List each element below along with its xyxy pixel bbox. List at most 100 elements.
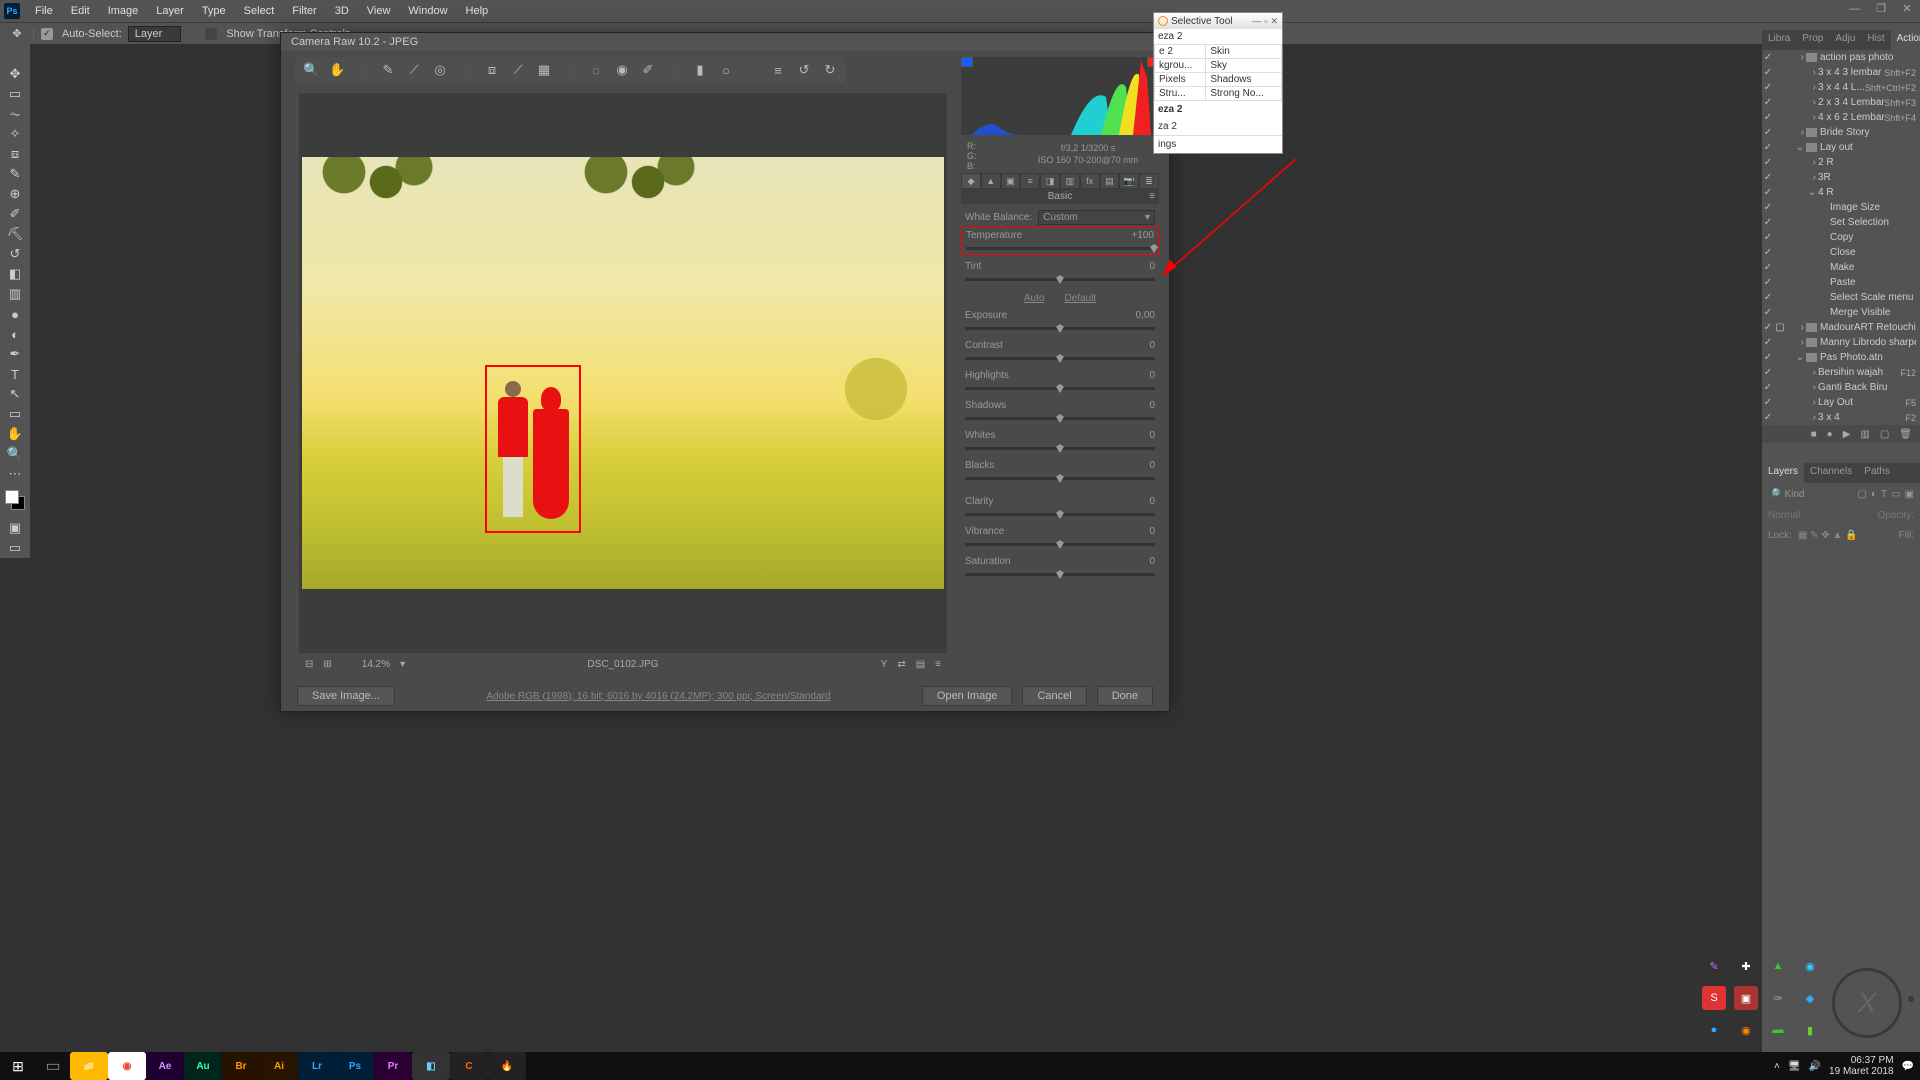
show-transform-checkbox[interactable] (205, 28, 217, 40)
tray-notifications-icon[interactable]: 💬 (1902, 1061, 1914, 1072)
play-icon[interactable]: ▶ (1843, 429, 1851, 440)
acr-target-adjust[interactable]: ◎ (433, 62, 447, 78)
selective-close[interactable]: ✕ (1270, 16, 1278, 27)
clarity-slider[interactable]: Clarity0 (961, 494, 1159, 524)
shadows-slider[interactable]: Shadows0 (961, 398, 1159, 428)
auto-select-checkbox[interactable]: ✓ (41, 28, 53, 40)
acr-color-sampler[interactable]: ⟋ (407, 62, 421, 78)
action-item[interactable]: ✓⌄Lay out (1762, 140, 1920, 155)
image-preview[interactable] (299, 93, 947, 653)
record-icon[interactable]: ● (1827, 429, 1833, 440)
exposure-slider[interactable]: Exposure0,00 (961, 308, 1159, 338)
acr-hand-tool[interactable]: ✋ (329, 62, 343, 78)
menu-image[interactable]: Image (99, 5, 148, 17)
task-view[interactable]: ▭ (36, 1056, 70, 1076)
eyedropper-tool[interactable]: ✎ (4, 164, 26, 184)
tray-display-icon[interactable]: 🖥 (1788, 1061, 1801, 1072)
color-swatches[interactable] (5, 490, 25, 510)
acr-rotate-ccw[interactable]: ↺ (797, 62, 811, 78)
auto-button[interactable]: Auto (1024, 293, 1045, 304)
copy-settings-icon[interactable]: ▤ (916, 659, 925, 670)
acr-grad-filter[interactable]: ▮ (693, 62, 707, 78)
crop-tool[interactable]: ⧈ (4, 144, 26, 164)
dodge-tool[interactable]: ◐ (4, 324, 26, 344)
gadget-9[interactable]: ● (1702, 1018, 1726, 1042)
action-item[interactable]: ✓›2 R (1762, 155, 1920, 170)
healing-tool[interactable]: ⊕ (4, 184, 26, 204)
pen-tool[interactable]: ✒ (4, 344, 26, 364)
menu-3d[interactable]: 3D (326, 5, 358, 17)
action-item[interactable]: ✓›2 x 3 4 LembarShft+F3 (1762, 95, 1920, 110)
type-tool[interactable]: T (4, 364, 26, 384)
action-item[interactable]: ✓›3R (1762, 170, 1920, 185)
action-item[interactable]: ✓⌄4 R (1762, 185, 1920, 200)
window-close[interactable]: ✕ (1894, 0, 1920, 17)
taskbar-app[interactable]: Lr (298, 1052, 336, 1080)
action-item[interactable]: ✓Merge Visible (1762, 305, 1920, 320)
new-set-icon[interactable]: ▥ (1860, 429, 1869, 440)
taskbar-app[interactable]: 🔥 (488, 1052, 526, 1080)
acr-crop-tool[interactable]: ⧈ (485, 62, 499, 78)
stop-icon[interactable]: ■ (1811, 429, 1817, 440)
selective-tool-window[interactable]: Selective Tool — ▫ ✕ eza 2 e 2 e 2Skin k… (1153, 12, 1283, 154)
menu-type[interactable]: Type (193, 5, 235, 17)
action-item[interactable]: ✓⌄Pas Photo.atn (1762, 350, 1920, 365)
marquee-tool[interactable]: ▭ (4, 84, 26, 104)
taskbar-app[interactable]: Ai (260, 1052, 298, 1080)
gadget-5[interactable]: S (1702, 986, 1726, 1010)
tray-volume-icon[interactable]: 🔊 (1809, 1061, 1821, 1072)
taskbar-app[interactable]: 📁 (70, 1052, 108, 1080)
menu-view[interactable]: View (358, 5, 400, 17)
gadget-6[interactable]: ▣ (1734, 986, 1758, 1010)
blacks-slider[interactable]: Blacks0 (961, 458, 1159, 488)
action-item[interactable]: ✓›Lay OutF5 (1762, 395, 1920, 410)
menu-select[interactable]: Select (235, 5, 284, 17)
gadget-3[interactable]: ▲ (1766, 954, 1790, 978)
taskbar-app[interactable]: Au (184, 1052, 222, 1080)
selective-table[interactable]: e 2Skin kgrou...Sky PixelsShadows Stru..… (1154, 44, 1282, 101)
acr-prefs[interactable]: ≡ (771, 63, 785, 78)
filter-pixel-icon[interactable]: ▢ (1857, 489, 1866, 500)
action-item[interactable]: ✓Close (1762, 245, 1920, 260)
edit-toolbar[interactable]: ⋯ (4, 464, 26, 484)
action-item[interactable]: ✓›Bersihin wajahF12 (1762, 365, 1920, 380)
history-brush-tool[interactable]: ↺ (4, 244, 26, 264)
taskbar-app[interactable]: ◧ (412, 1052, 450, 1080)
new-action-icon[interactable]: ▢ (1880, 429, 1889, 440)
actions-list[interactable]: ✓›action pas photo✓›3 x 4 3 lembarShft+F… (1762, 50, 1920, 425)
filter-adj-icon[interactable]: ◐ (1871, 489, 1877, 500)
acr-wb-tool[interactable]: ✎ (381, 62, 395, 78)
save-image-button[interactable]: Save Image... (297, 686, 395, 706)
zoom-out-icon[interactable]: ⊟ (305, 659, 313, 670)
tab-channels[interactable]: Channels (1804, 463, 1858, 483)
swap-icon[interactable]: ⇄ (897, 659, 905, 670)
taskbar-app[interactable]: ◉ (108, 1052, 146, 1080)
gadget-10[interactable]: ◉ (1734, 1018, 1758, 1042)
acr-adjust-brush[interactable]: ✐ (641, 62, 655, 78)
acr-redeye[interactable]: ◉ (615, 62, 629, 78)
tab-presets[interactable]: 📷 (1119, 173, 1139, 189)
action-item[interactable]: ✓›3 x 4F2 (1762, 410, 1920, 425)
quick-mask[interactable]: ▣ (4, 518, 26, 538)
contrast-slider[interactable]: Contrast0 (961, 338, 1159, 368)
action-item[interactable]: ✓▢›MadourART Retouching (1762, 320, 1920, 335)
tray-expand-icon[interactable]: ˄ (1774, 1061, 1780, 1072)
lasso-tool[interactable]: ⏦ (4, 104, 26, 124)
taskbar-app[interactable]: Ps (336, 1052, 374, 1080)
tint-slider[interactable]: Tint0 (961, 259, 1159, 289)
tab-split[interactable]: ◨ (1040, 173, 1060, 189)
tab-fx[interactable]: fx (1080, 173, 1100, 189)
tab-layers[interactable]: Layers (1762, 463, 1804, 483)
window-minimize[interactable]: — (1842, 0, 1868, 17)
panel-menu-icon[interactable]: ≡ (1149, 191, 1155, 202)
action-item[interactable]: ✓Image Size (1762, 200, 1920, 215)
tab-actions[interactable]: Actions (1891, 30, 1920, 50)
tab-lens[interactable]: ▥ (1060, 173, 1080, 189)
workflow-link[interactable]: Adobe RGB (1998); 16 bit; 6016 by 4016 (… (486, 691, 830, 702)
highlights-slider[interactable]: Highlights0 (961, 368, 1159, 398)
gadget-4[interactable]: ◉ (1798, 954, 1822, 978)
action-item[interactable]: ✓Paste (1762, 275, 1920, 290)
tab-hsl[interactable]: ≡ (1020, 173, 1040, 189)
action-item[interactable]: ✓›Manny Librodo sharpen (1762, 335, 1920, 350)
histogram[interactable] (961, 57, 1159, 135)
